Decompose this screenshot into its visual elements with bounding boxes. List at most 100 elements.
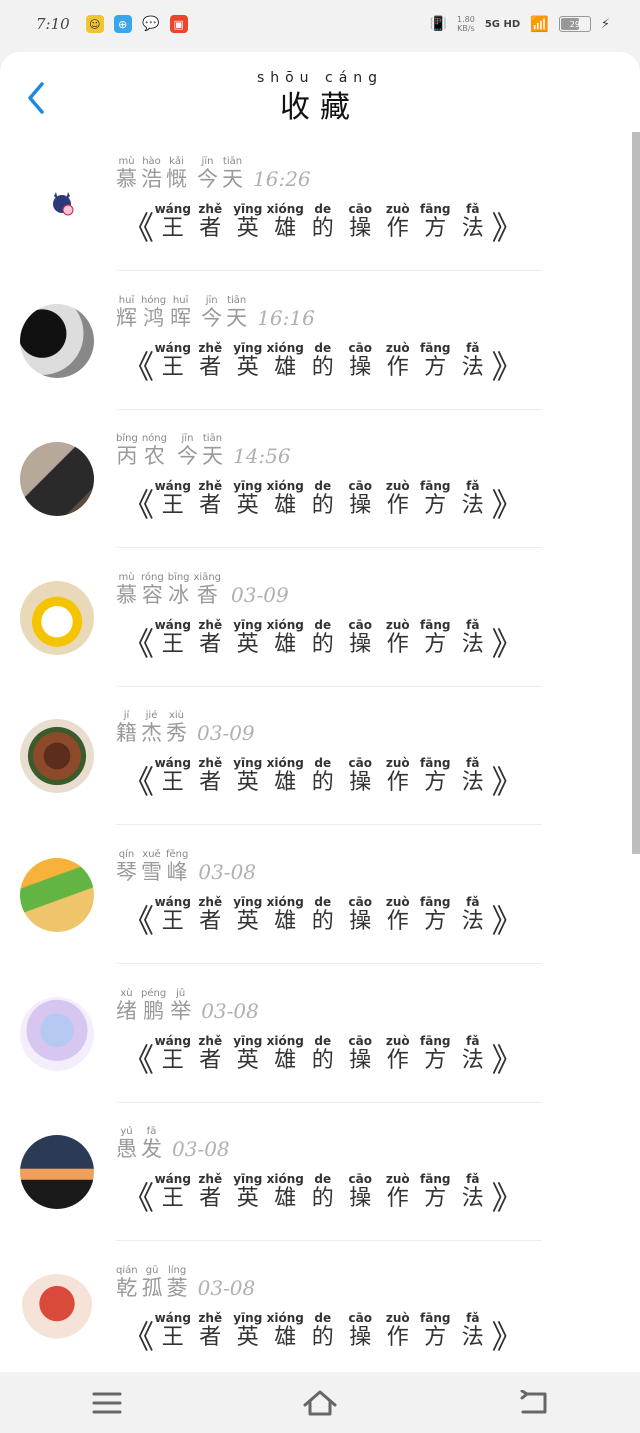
item-meta: xù 绪 péng 鹏 jǔ 举 03-08 <box>116 988 259 1023</box>
title-char: zuò 作 <box>379 618 417 658</box>
title-char: zhě 者 <box>192 341 230 381</box>
favorite-item[interactable]: huī 辉 hóng 鸿 huī 晖 jīn 今 tiān 天 16:16 《 wáng 王 zhě 者 yīn… <box>0 271 632 410</box>
favorite-item[interactable]: jí 籍 jié 杰 xiù 秀 03-09 《 wáng 王 zhě 者 yīng 英 xióng 雄 de 的… <box>0 686 632 826</box>
favorite-item[interactable]: qín 琴 xuě 雪 fēng 峰 03-08 《 wáng 王 zhě 者 yīng 英 xióng 雄 d… <box>0 825 632 964</box>
title-char-hanzi: 法 <box>461 1047 484 1073</box>
title-char-pinyin: zhě <box>198 202 223 216</box>
title-char-pinyin: xióng <box>266 202 304 216</box>
avatar[interactable] <box>44 184 80 220</box>
date-label-char: jīn 今 <box>177 433 198 468</box>
author-name-char-pinyin: péng <box>141 987 167 999</box>
article-title[interactable]: 《 wáng 王 zhě 者 yīng 英 xióng 雄 de 的 cāo 操 zuò 作 fāng 方 fǎ 法… <box>122 1172 524 1218</box>
title-char: cāo 操 <box>342 1172 380 1212</box>
title-char-hanzi: 雄 <box>274 1324 297 1350</box>
author-name-char-hanzi: 雪 <box>141 860 162 884</box>
title-char: fāng 方 <box>417 1172 455 1212</box>
title-char-hanzi: 王 <box>161 493 184 519</box>
favorite-item[interactable]: qián 乾 gū 孤 líng 菱 03-08 《 wáng 王 zhě 者 yīng 英 xióng 雄 d… <box>0 1241 632 1372</box>
author-name[interactable]: bǐng 丙 nóng 农 <box>116 433 167 468</box>
article-title[interactable]: 《 wáng 王 zhě 者 yīng 英 xióng 雄 de 的 cāo 操 zuò 作 fāng 方 fǎ 法… <box>122 479 524 521</box>
title-char: zuò 作 <box>379 202 417 242</box>
title-char-pinyin: cāo <box>348 756 372 771</box>
avatar[interactable] <box>20 996 94 1071</box>
open-quote: 《 <box>122 1040 155 1079</box>
title-char-pinyin: yīng <box>233 1033 263 1048</box>
battery-icon: 29 <box>558 16 591 32</box>
title-char-pinyin: zuò <box>385 202 410 216</box>
author-name-char-pinyin: xiāng <box>193 571 222 583</box>
title-char-hanzi: 法 <box>461 493 484 519</box>
avatar[interactable] <box>20 303 94 378</box>
menu-button[interactable] <box>77 1378 137 1428</box>
author-name[interactable]: qián 乾 gū 孤 líng 菱 <box>116 1265 188 1300</box>
favorite-item[interactable]: yú 愚 fā 发 03-08 《 wáng 王 zhě 者 yīng 英 xióng 雄 de 的 cāo 操 z… <box>0 1102 632 1242</box>
author-name-char-hanzi: 辉 <box>116 305 137 330</box>
avatar[interactable] <box>20 580 94 655</box>
author-name-char-hanzi: 秀 <box>166 721 187 746</box>
title-char-hanzi: 方 <box>424 1186 447 1212</box>
title-char-pinyin: yīng <box>233 895 263 909</box>
date-label-char-hanzi: 天 <box>201 444 223 469</box>
app-notification-icon-2: ⊕ <box>113 15 132 33</box>
title-char-hanzi: 的 <box>311 493 334 519</box>
author-name-char-pinyin: xù <box>120 987 133 999</box>
article-title[interactable]: 《 wáng 王 zhě 者 yīng 英 xióng 雄 de 的 cāo 操 zuò 作 fāng 方 fǎ 法… <box>122 341 524 383</box>
author-name-char-pinyin: qián <box>116 1264 138 1276</box>
title-char: xióng 雄 <box>267 618 305 658</box>
favorite-item[interactable]: mù 慕 hào 浩 kǎi 慨 jīn 今 tiān 天 16:26 《 wáng 王 zhě 者 yīng 英… <box>0 132 632 271</box>
open-quote: 《 <box>122 624 155 663</box>
title-char-pinyin: zhě <box>198 756 223 771</box>
article-title[interactable]: 《 wáng 王 zhě 者 yīng 英 xióng 雄 de 的 cāo 操 zuò 作 fāng 方 fǎ 法… <box>122 895 524 937</box>
date-label: jīn 今 tiān 天 <box>201 295 247 330</box>
title-char-hanzi: 操 <box>349 770 372 796</box>
author-name-char-hanzi: 琴 <box>116 860 137 884</box>
author-name[interactable]: yú 愚 fā 发 <box>116 1126 162 1161</box>
return-button[interactable] <box>503 1378 563 1428</box>
title-char-hanzi: 者 <box>199 1324 222 1350</box>
close-quote: 》 <box>491 1040 524 1079</box>
title-char-hanzi: 英 <box>236 354 259 380</box>
title-char: wáng 王 <box>154 756 192 796</box>
avatar[interactable] <box>20 1135 94 1210</box>
favorite-item[interactable]: mù 慕 róng 容 bīng 冰 xiāng 香 03-09 《 wáng 王 zhě 者 yīng 英 x… <box>0 548 632 687</box>
author-name[interactable]: jí 籍 jié 杰 xiù 秀 <box>116 710 187 745</box>
title-char-hanzi: 法 <box>461 1186 484 1212</box>
favorite-item[interactable]: bǐng 丙 nóng 农 jīn 今 tiān 天 14:56 《 wáng 王 zhě 者 yīng 英 x… <box>0 409 632 549</box>
date-label-char-pinyin: tiān <box>227 294 247 306</box>
author-name[interactable]: huī 辉 hóng 鸿 huī 晖 <box>116 295 191 330</box>
article-title[interactable]: 《 wáng 王 zhě 者 yīng 英 xióng 雄 de 的 cāo 操 zuò 作 fāng 方 fǎ 法… <box>122 618 524 663</box>
article-title[interactable]: 《 wáng 王 zhě 者 yīng 英 xióng 雄 de 的 cāo 操 zuò 作 fāng 方 fǎ 法… <box>122 1311 524 1356</box>
avatar[interactable] <box>20 1273 94 1348</box>
title-char-hanzi: 法 <box>461 631 484 657</box>
title-char-pinyin: zuò <box>385 895 410 909</box>
title-char-hanzi: 作 <box>386 1324 409 1350</box>
author-name[interactable]: xù 绪 péng 鹏 jǔ 举 <box>116 988 191 1023</box>
home-button[interactable] <box>290 1378 350 1428</box>
article-title[interactable]: 《 wáng 王 zhě 者 yīng 英 xióng 雄 de 的 cāo 操 zuò 作 fāng 方 fǎ 法… <box>122 1033 524 1079</box>
avatar[interactable] <box>20 858 94 932</box>
avatar[interactable] <box>20 442 94 517</box>
author-name-char-pinyin: huī <box>118 294 135 306</box>
author-name-char-pinyin: róng <box>141 571 164 583</box>
author-name[interactable]: mù 慕 róng 容 bīng 冰 xiāng 香 <box>116 572 221 607</box>
author-name[interactable]: mù 慕 hào 浩 kǎi 慨 <box>116 156 187 191</box>
article-title[interactable]: 《 wáng 王 zhě 者 yīng 英 xióng 雄 de 的 cāo 操 zuò 作 fāng 方 fǎ 法… <box>122 202 524 247</box>
avatar[interactable] <box>20 719 94 794</box>
author-name-char: xiāng 香 <box>194 572 222 607</box>
author-name-char: mù 慕 <box>116 156 137 191</box>
author-name-char: yú 愚 <box>116 1126 137 1161</box>
close-quote: 》 <box>491 1179 524 1218</box>
open-quote: 《 <box>122 1317 155 1356</box>
wifi-icon: 📶 <box>530 15 549 33</box>
status-right: 📳 1.80 KB/s 5G HD 📶 29 ⚡ <box>430 15 610 33</box>
close-quote: 》 <box>491 1317 524 1356</box>
title-char: xióng 雄 <box>267 756 305 796</box>
title-char-pinyin: xióng <box>266 1033 304 1048</box>
close-quote: 》 <box>491 209 524 247</box>
author-name[interactable]: qín 琴 xuě 雪 fēng 峰 <box>116 849 188 884</box>
article-title[interactable]: 《 wáng 王 zhě 者 yīng 英 xióng 雄 de 的 cāo 操 zuò 作 fāng 方 fǎ 法… <box>122 756 524 798</box>
author-name-char-pinyin: fā <box>146 1126 157 1138</box>
favorite-item[interactable]: xù 绪 péng 鹏 jǔ 举 03-08 《 wáng 王 zhě 者 yīng 英 xióng 雄 de 的… <box>0 964 632 1103</box>
title-char-pinyin: zuò <box>385 1172 410 1187</box>
scrollbar[interactable] <box>632 132 640 854</box>
